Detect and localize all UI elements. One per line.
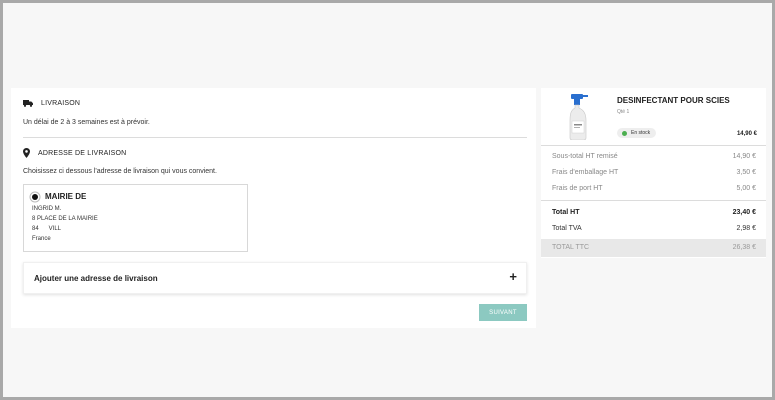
add-address-row[interactable]: Ajouter une adresse de livraison + <box>23 262 527 294</box>
total-ttc-label: TOTAL TTC <box>552 244 590 251</box>
location-pin-icon <box>23 148 30 158</box>
stock-label: En stock <box>631 130 651 136</box>
address-instruction: Choisissez ci dessous l'adresse de livra… <box>23 168 217 175</box>
next-button[interactable]: SUIVANT <box>479 304 527 321</box>
address-contact: INGRID M. <box>32 206 62 212</box>
delivery-delay-text: Un délai de 2 à 3 semaines est à prévoir… <box>23 119 150 126</box>
plus-icon[interactable]: + <box>509 270 517 283</box>
address-name: MAIRIE DE <box>45 192 87 201</box>
total-tva-value: 2,98 € <box>736 225 756 232</box>
summary-value: 14,90 € <box>732 153 756 160</box>
divider <box>23 137 527 138</box>
cart-summary: DESINFECTANT POUR SCIES Qté 1 En stock 1… <box>541 88 766 258</box>
add-address-label: Ajouter une adresse de livraison <box>34 274 158 283</box>
address-street: 8 PLACE DE LA MAIRIE <box>32 216 98 222</box>
stock-badge: En stock <box>617 128 657 138</box>
summary-row-packaging: Frais d'emballage HT 3,50 € <box>541 165 766 181</box>
summary-label: Frais d'emballage HT <box>552 169 619 176</box>
address-header: ADRESSE DE LIVRAISON <box>23 148 126 158</box>
summary-value: 5,00 € <box>736 185 756 192</box>
truck-icon <box>23 100 33 107</box>
address-country: France <box>32 236 51 242</box>
summary-row-total-ttc: TOTAL TTC 26,38 € <box>541 239 766 257</box>
stock-dot-icon <box>622 130 627 136</box>
product-price: 14,90 € <box>736 131 757 137</box>
summary-row-subtotal: Sous-total HT remisé 14,90 € <box>541 149 766 165</box>
divider <box>541 200 766 201</box>
spray-bottle-icon <box>569 94 588 140</box>
total-ht-label: Total HT <box>552 209 580 216</box>
address-radio[interactable] <box>32 194 38 200</box>
summary-label: Sous-total HT remisé <box>552 153 618 160</box>
delivery-header: LIVRAISON <box>23 100 80 107</box>
summary-value: 3,50 € <box>736 169 756 176</box>
summary-label: Frais de port HT <box>552 185 603 192</box>
checkout-panel: LIVRAISON Un délai de 2 à 3 semaines est… <box>11 88 536 328</box>
product-name: DESINFECTANT POUR SCIES <box>617 96 730 105</box>
product-quantity: Qté 1 <box>617 109 630 115</box>
summary-row-total-ht: Total HT 23,40 € <box>541 205 766 221</box>
summary-row-shipping: Frais de port HT 5,00 € <box>541 181 766 197</box>
summary-row-total-tva: Total TVA 2,98 € <box>541 221 766 237</box>
address-title: ADRESSE DE LIVRAISON <box>38 149 127 157</box>
address-card[interactable]: MAIRIE DE INGRID M. 8 PLACE DE LA MAIRIE… <box>23 184 248 252</box>
total-ttc-value: 26,38 € <box>732 244 756 251</box>
delivery-title: LIVRAISON <box>41 100 81 107</box>
total-tva-label: Total TVA <box>552 225 582 232</box>
total-ht-value: 23,40 € <box>732 209 756 216</box>
divider <box>541 145 766 146</box>
address-postal-city: 84 VILL <box>32 226 62 232</box>
